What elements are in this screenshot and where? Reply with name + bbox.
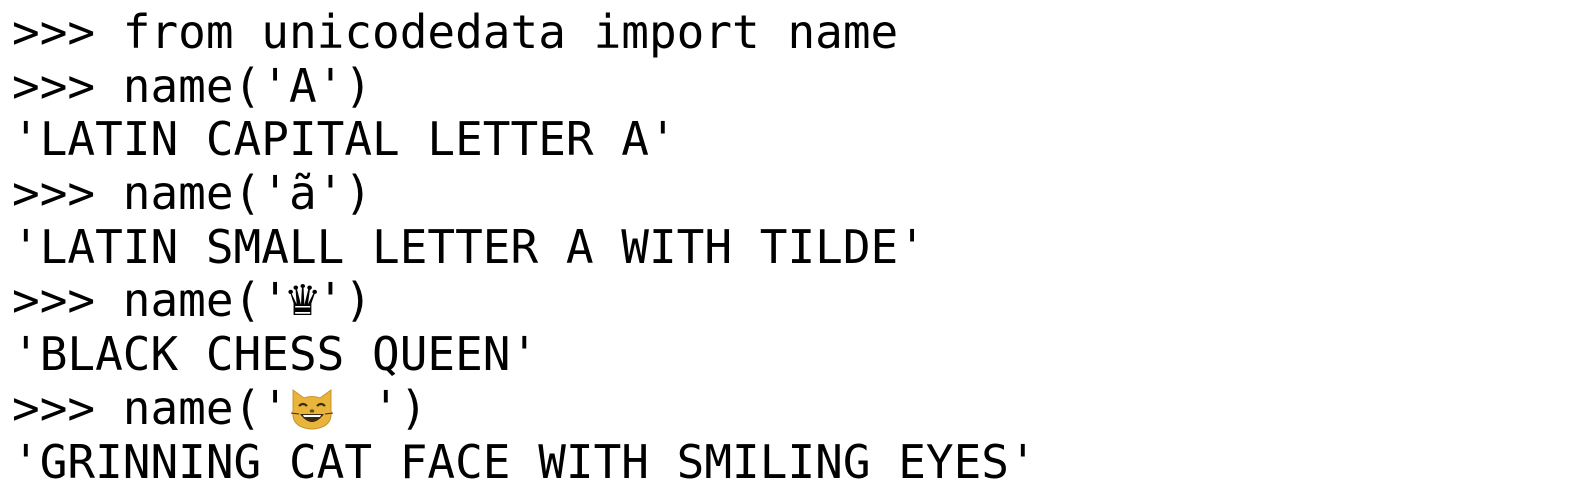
repl-output-line: 'BLACK CHESS QUEEN' <box>12 327 539 382</box>
command-text: name('ã') <box>122 166 373 221</box>
repl-input-line: >>> name('ã') <box>12 166 1037 221</box>
prompt: >>> <box>12 58 123 113</box>
repl-output-line: 'GRINNING CAT FACE WITH SMILING EYES' <box>12 434 1037 489</box>
repl-output-line: 'LATIN CAPITAL LETTER A' <box>12 112 677 167</box>
prompt: >>> <box>12 380 123 435</box>
python-repl: >>> from unicodedata import name >>> nam… <box>12 5 1037 489</box>
prompt: >>> <box>12 5 123 59</box>
repl-input-line: >>> name(' ') <box>12 380 1037 436</box>
repl-output-line: 'LATIN SMALL LETTER A WITH TILDE' <box>12 219 926 274</box>
command-text: from unicodedata import name <box>122 5 899 59</box>
command-text: name(' <box>122 273 289 328</box>
repl-input-line: >>> from unicodedata import name <box>12 5 1037 60</box>
repl-input-line: >>> name('A') <box>12 58 1037 114</box>
repl-input-line: >>> name(' ♛ ') <box>12 268 1037 329</box>
command-text: name('A') <box>122 58 373 113</box>
prompt: >>> <box>12 273 123 328</box>
command-text: ') <box>316 273 373 328</box>
black-chess-queen-icon: ♛ <box>286 268 319 329</box>
command-text: ') <box>344 380 428 435</box>
grinning-cat-face-icon <box>289 382 344 436</box>
prompt: >>> <box>12 166 123 221</box>
command-text: name(' <box>122 380 289 435</box>
